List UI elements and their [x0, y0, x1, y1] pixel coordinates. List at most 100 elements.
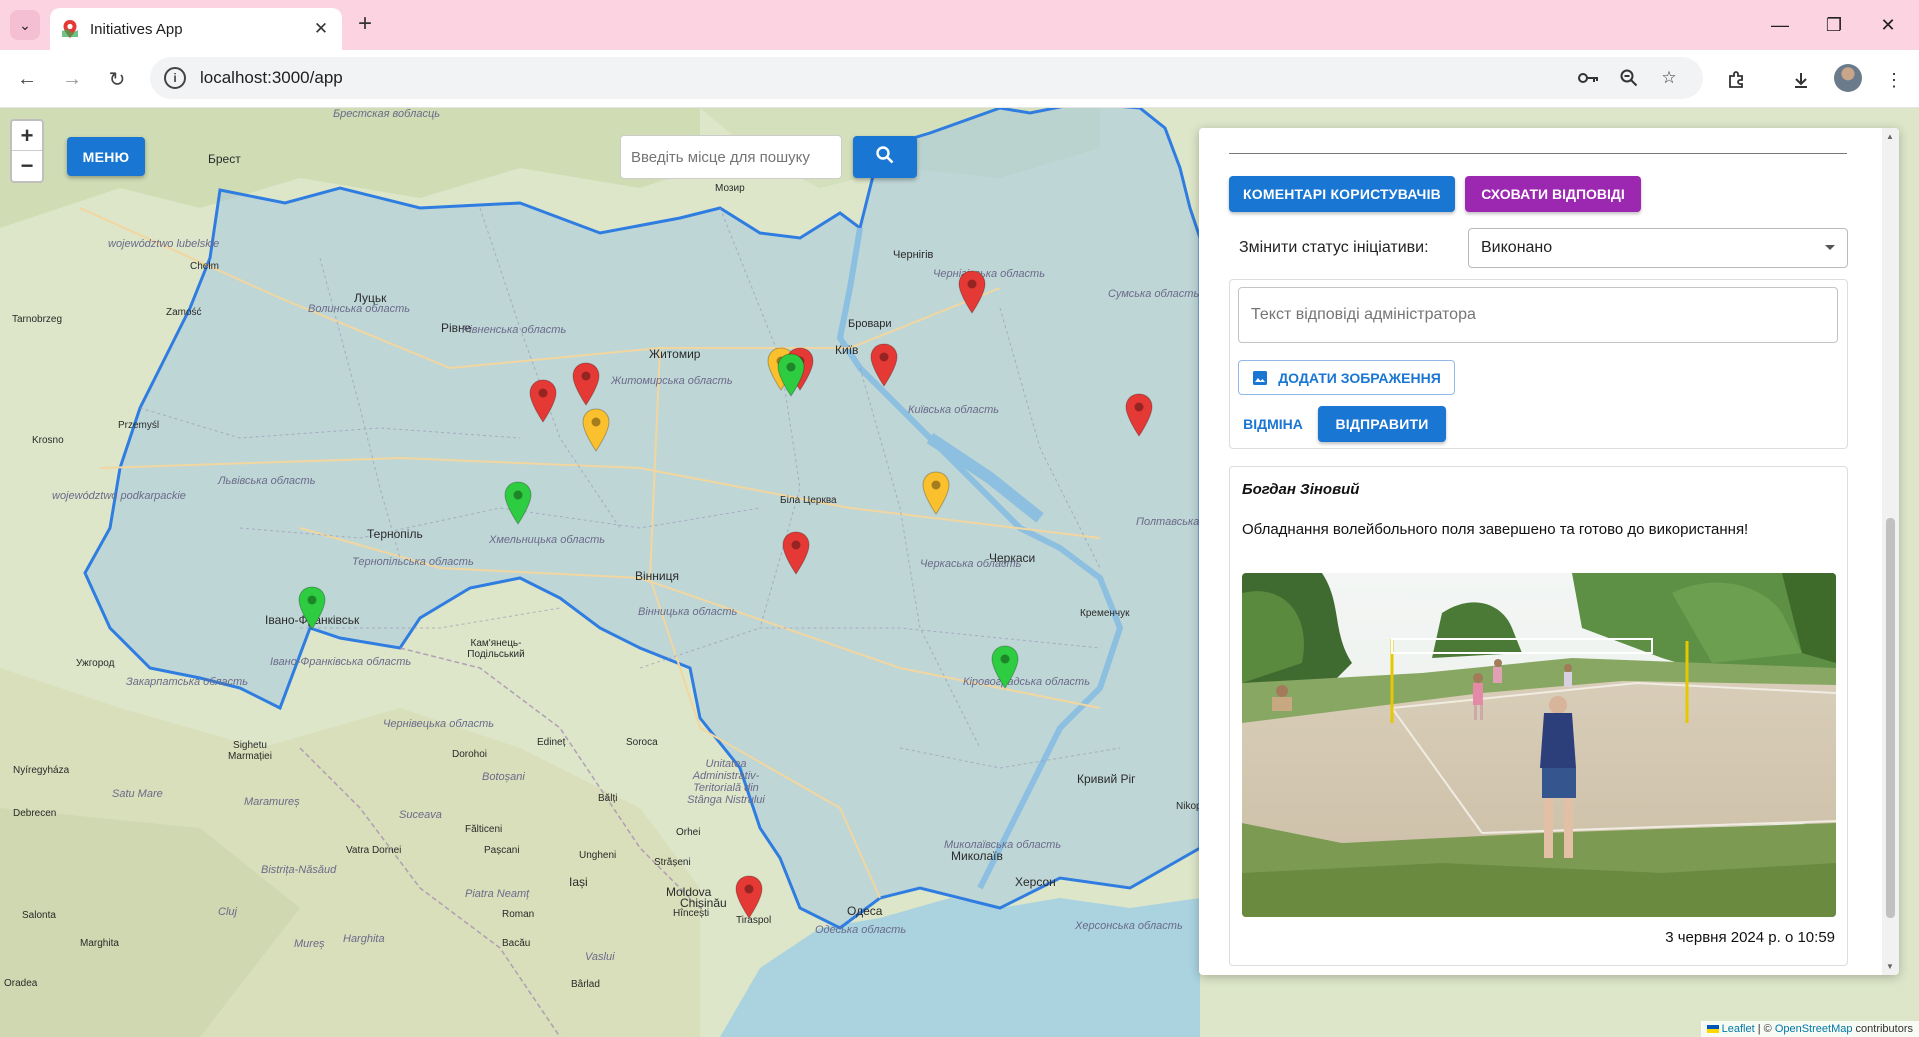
- city-label: Київ: [835, 343, 859, 357]
- initiative-marker[interactable]: [297, 586, 327, 630]
- scrollbar-thumb[interactable]: [1886, 518, 1895, 918]
- city-label: Salonta: [22, 910, 56, 921]
- city-label: Mureș: [294, 938, 325, 950]
- initiative-marker[interactable]: [781, 531, 811, 575]
- menu-button[interactable]: МЕНЮ: [67, 137, 145, 176]
- city-label: Harghita: [343, 933, 385, 945]
- restore-icon[interactable]: ❐: [1814, 10, 1854, 40]
- user-comments-button[interactable]: КОМЕНТАРІ КОРИСТУВАЧІВ: [1229, 176, 1455, 212]
- tab-search-chevron-icon[interactable]: ⌄: [10, 10, 40, 40]
- panel-scrollbar[interactable]: ▲ ▼: [1882, 128, 1899, 975]
- city-label: Кривий Ріг: [1077, 772, 1136, 786]
- initiative-marker[interactable]: [571, 362, 601, 406]
- leaflet-link[interactable]: Leaflet: [1722, 1023, 1755, 1035]
- city-label: Житомир: [649, 347, 701, 361]
- url-text[interactable]: localhost:3000/app: [200, 68, 1569, 88]
- region-label: Брестская вобласць: [333, 108, 441, 120]
- initiative-marker[interactable]: [734, 875, 764, 919]
- initiative-marker[interactable]: [990, 645, 1020, 689]
- more-menu-icon[interactable]: ⋮: [1878, 64, 1910, 96]
- scroll-down-icon[interactable]: ▼: [1886, 962, 1894, 971]
- initiative-marker[interactable]: [776, 353, 806, 397]
- initiative-marker[interactable]: [957, 270, 987, 314]
- region-label: Київська область: [908, 404, 1000, 416]
- map-pin-icon: [782, 531, 810, 575]
- city-label: Bistrița-Năsăud: [261, 864, 337, 876]
- hide-replies-button[interactable]: СХОВАТИ ВІДПОВІДІ: [1465, 176, 1641, 212]
- address-bar[interactable]: i localhost:3000/app ☆: [150, 57, 1703, 99]
- site-info-icon[interactable]: i: [164, 67, 186, 89]
- window-close-icon[interactable]: ✕: [1868, 10, 1908, 40]
- admin-reply-input[interactable]: [1238, 287, 1838, 343]
- city-label: Vaslui: [585, 951, 615, 963]
- map-pin-icon: [777, 353, 805, 397]
- city-label: Ужгород: [76, 658, 115, 669]
- bookmark-star-icon[interactable]: ☆: [1649, 63, 1689, 93]
- initiative-marker[interactable]: [503, 481, 533, 525]
- send-button[interactable]: ВІДПРАВИТИ: [1318, 406, 1446, 442]
- region-label: Сумська область: [1108, 288, 1200, 300]
- city-label: Roman: [502, 909, 535, 920]
- city-label: Oradea: [4, 978, 38, 989]
- city-label: Брест: [208, 152, 241, 166]
- cancel-button[interactable]: ВІДМІНА: [1238, 406, 1308, 442]
- status-select-value: Виконано: [1481, 239, 1553, 256]
- city-label: Zamość: [166, 307, 202, 318]
- region-label: Вінницька область: [638, 606, 738, 618]
- new-tab-icon[interactable]: +: [352, 12, 378, 38]
- browser-tab[interactable]: Initiatives App ✕: [50, 8, 342, 50]
- minimize-icon[interactable]: —: [1760, 10, 1800, 40]
- admin-reply-form: ДОДАТИ ЗОБРАЖЕННЯ ВІДМІНА ВІДПРАВИТИ: [1229, 279, 1848, 449]
- map-pin-icon: [735, 875, 763, 919]
- download-icon[interactable]: [1785, 64, 1817, 96]
- password-key-icon[interactable]: [1569, 63, 1609, 93]
- dropdown-arrow-icon: [1825, 245, 1835, 250]
- city-label: Вінниця: [635, 569, 679, 583]
- city-label: Dorohoi: [452, 749, 488, 760]
- reload-icon[interactable]: ↻: [102, 64, 132, 94]
- city-label: Debrecen: [13, 808, 57, 819]
- city-label: Nyíregyháza: [13, 765, 70, 776]
- initiative-marker[interactable]: [528, 379, 558, 423]
- scroll-up-icon[interactable]: ▲: [1886, 132, 1894, 141]
- profile-avatar[interactable]: [1834, 64, 1862, 92]
- city-label: Hîncești: [673, 908, 710, 919]
- zoom-out-button[interactable]: −: [12, 151, 42, 181]
- extensions-icon[interactable]: [1720, 64, 1752, 96]
- zoom-control: + −: [10, 119, 44, 183]
- city-label: Мозир: [715, 183, 745, 194]
- city-label: Тернопіль: [367, 527, 423, 541]
- back-icon[interactable]: ←: [12, 64, 42, 94]
- region-label: Тернопільська область: [352, 556, 474, 568]
- map-attribution: Leaflet | © OpenStreetMap contributors: [1700, 1021, 1919, 1037]
- map-pin-icon: [582, 408, 610, 452]
- place-search-input[interactable]: [620, 135, 842, 179]
- city-label: Satu Mare: [112, 788, 163, 800]
- browser-tab-bar: ⌄ Initiatives App ✕ + — ❐ ✕: [0, 0, 1919, 50]
- zoom-in-button[interactable]: +: [12, 121, 42, 151]
- city-label: Maramureș: [244, 796, 300, 808]
- add-image-label: ДОДАТИ ЗОБРАЖЕННЯ: [1278, 369, 1441, 386]
- city-label: Suceava: [399, 809, 442, 821]
- add-image-button[interactable]: ДОДАТИ ЗОБРАЖЕННЯ: [1238, 360, 1455, 395]
- forward-icon[interactable]: →: [57, 64, 87, 94]
- reply-photo: [1242, 573, 1836, 917]
- region-label: Рівненська область: [462, 324, 567, 336]
- map-pin-icon: [298, 586, 326, 630]
- initiative-marker[interactable]: [1124, 393, 1154, 437]
- status-select[interactable]: Виконано: [1468, 228, 1848, 268]
- region-label: Миколаївська область: [944, 839, 1062, 851]
- region-label: Львівська область: [218, 475, 316, 487]
- initiative-marker[interactable]: [581, 408, 611, 452]
- search-button[interactable]: [853, 136, 917, 178]
- zoom-icon[interactable]: [1609, 63, 1649, 93]
- initiative-marker[interactable]: [921, 471, 951, 515]
- browser-toolbar: ← → ↻ i localhost:3000/app ☆ ⋮: [0, 50, 1919, 108]
- reply-author: Богдан Зіновий: [1242, 481, 1360, 498]
- tab-close-icon[interactable]: ✕: [310, 19, 332, 39]
- initiative-marker[interactable]: [869, 343, 899, 387]
- osm-link[interactable]: OpenStreetMap: [1775, 1023, 1853, 1035]
- admin-reply-card: Богдан Зіновий Обладнання волейбольного …: [1229, 466, 1848, 966]
- city-label: Edineț: [537, 737, 566, 748]
- city-label: Vatra Dornei: [346, 845, 402, 856]
